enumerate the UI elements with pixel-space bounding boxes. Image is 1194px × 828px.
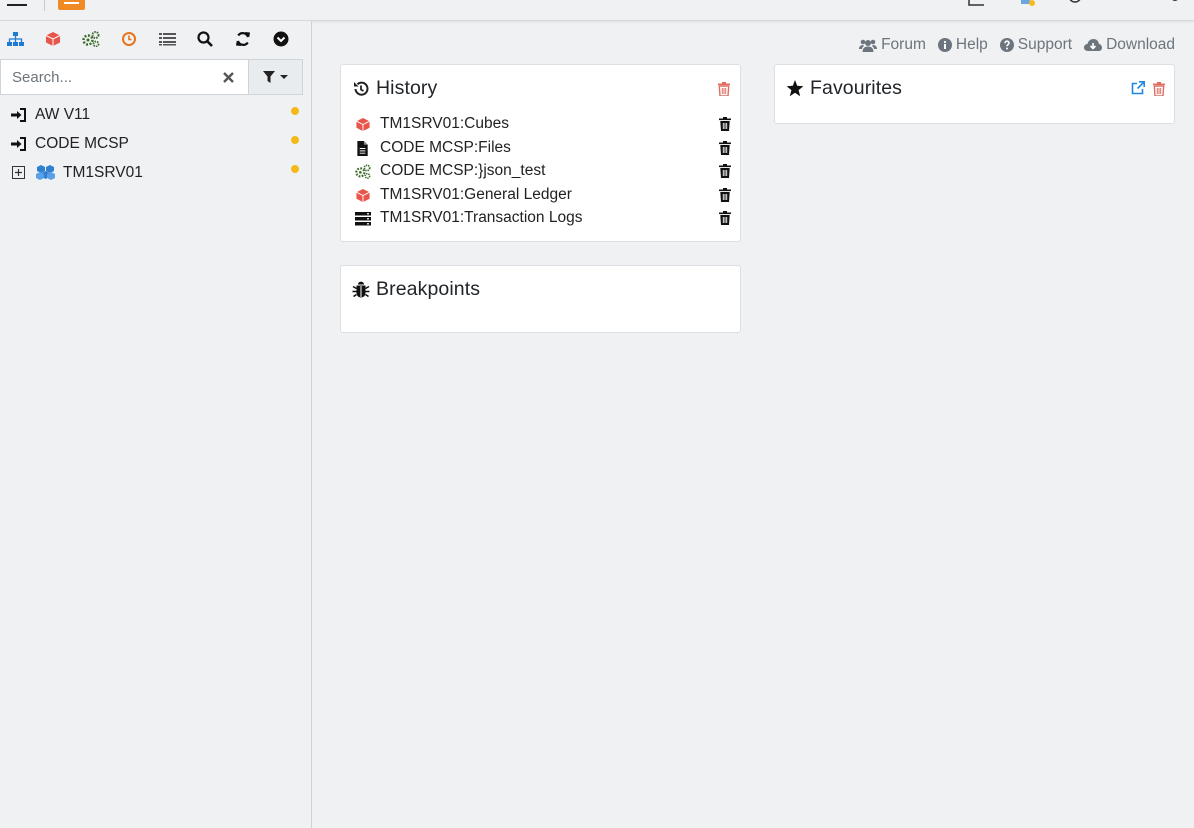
process-icon [355, 164, 371, 180]
history-card: History TM1SRV01:Cubes CODE MCSP:Files C… [340, 64, 741, 242]
circle-icon[interactable] [1068, 0, 1084, 6]
download-link-label: Download [1106, 36, 1175, 53]
history-item[interactable]: CODE MCSP:Files [355, 138, 735, 162]
history-icon [354, 81, 369, 96]
status-dot [291, 107, 299, 115]
search-bar [0, 59, 303, 95]
trash-icon[interactable] [719, 164, 731, 179]
search-input[interactable] [0, 59, 249, 95]
trash-icon[interactable] [719, 211, 731, 226]
expand-icon[interactable] [12, 166, 25, 179]
refresh-icon[interactable] [233, 29, 253, 49]
history-item-label: TM1SRV01:Transaction Logs [380, 209, 583, 227]
topbar-divider [44, 0, 45, 11]
trash-icon[interactable] [719, 140, 731, 155]
history-item-label: TM1SRV01:Cubes [380, 115, 509, 132]
chores-icon[interactable] [119, 29, 139, 49]
menu-icon[interactable] [7, 0, 27, 8]
filter-dropdown-button[interactable] [248, 59, 303, 95]
cube-icon [356, 117, 370, 132]
trash-icon[interactable] [719, 187, 731, 202]
cloud-download-icon [1084, 39, 1103, 51]
breakpoints-title-text: Breakpoints [376, 278, 481, 300]
gear-icon[interactable] [1168, 0, 1184, 6]
sidebar: AW V11 CODE MCSP TM1SRV01 [0, 21, 312, 828]
history-title-text: History [376, 77, 438, 99]
favourites-card: Favourites [774, 64, 1175, 124]
help-links: Forum Help Support Download [859, 36, 1175, 54]
chevron-circle-icon[interactable] [271, 29, 291, 49]
sign-in-icon [11, 108, 26, 122]
logs-icon [355, 212, 371, 226]
history-item[interactable]: TM1SRV01:Cubes [355, 114, 735, 138]
history-item-label: CODE MCSP:}json_test [380, 162, 546, 180]
breakpoints-card: Breakpoints [340, 265, 741, 333]
document-icon[interactable] [968, 0, 984, 6]
caret-down-icon [280, 74, 289, 79]
help-link[interactable]: Help [937, 36, 988, 54]
main-content: Forum Help Support Download History TM1S… [313, 21, 1194, 828]
history-list: TM1SRV01:Cubes CODE MCSP:Files CODE MCSP… [355, 114, 735, 232]
server-tree: AW V11 CODE MCSP TM1SRV01 [0, 101, 312, 188]
clear-history-icon[interactable] [718, 82, 730, 96]
server-cubes-icon [36, 165, 55, 180]
tree-item-label: TM1SRV01 [63, 164, 143, 181]
favourites-title: Favourites [786, 77, 902, 100]
download-link[interactable]: Download [1084, 36, 1175, 54]
breakpoints-title: Breakpoints [352, 278, 480, 301]
help-link-label: Help [955, 36, 988, 53]
sidebar-toolbar [0, 29, 312, 51]
sign-in-icon [11, 137, 26, 151]
search-icon[interactable] [195, 29, 215, 49]
servers-icon[interactable] [1020, 0, 1036, 6]
cube-icon [356, 188, 370, 202]
question-icon [999, 38, 1014, 52]
hierarchy-icon[interactable] [5, 29, 25, 49]
support-link-label: Support [1017, 36, 1073, 53]
tree-item-label: AW V11 [35, 106, 91, 123]
trash-icon[interactable] [719, 117, 731, 131]
history-item-label: CODE MCSP:Files [380, 138, 511, 156]
status-dot [291, 136, 299, 144]
filter-icon [263, 71, 276, 83]
top-bar [0, 0, 1194, 21]
app-logo[interactable] [58, 0, 85, 10]
file-icon [357, 140, 368, 156]
forum-link[interactable]: Forum [859, 36, 926, 54]
bug-icon [352, 281, 370, 297]
info-icon [937, 38, 952, 52]
status-dot [291, 165, 299, 173]
tree-item-aw-v11[interactable]: AW V11 [0, 101, 312, 130]
users-icon [859, 39, 878, 52]
star-icon [786, 80, 804, 97]
tree-item-label: CODE MCSP [35, 135, 129, 152]
support-link[interactable]: Support [999, 36, 1073, 54]
forum-link-label: Forum [881, 36, 926, 53]
history-item[interactable]: TM1SRV01:Transaction Logs [355, 208, 735, 232]
clear-favourites-icon[interactable] [1153, 82, 1165, 96]
processes-icon[interactable] [81, 29, 101, 49]
user-icon[interactable] [1120, 0, 1136, 6]
list-icon[interactable] [157, 29, 177, 49]
external-link-icon[interactable] [1131, 81, 1145, 95]
tree-item-code-mcsp[interactable]: CODE MCSP [0, 130, 312, 159]
history-item[interactable]: TM1SRV01:General Ledger [355, 185, 735, 209]
history-item[interactable]: CODE MCSP:}json_test [355, 161, 735, 185]
tree-item-tm1srv01[interactable]: TM1SRV01 [0, 159, 312, 188]
clear-icon[interactable] [221, 69, 235, 85]
history-title: History [352, 77, 437, 100]
favourites-title-text: Favourites [810, 77, 903, 99]
cube-icon[interactable] [43, 29, 63, 49]
history-item-label: TM1SRV01:General Ledger [380, 185, 572, 203]
